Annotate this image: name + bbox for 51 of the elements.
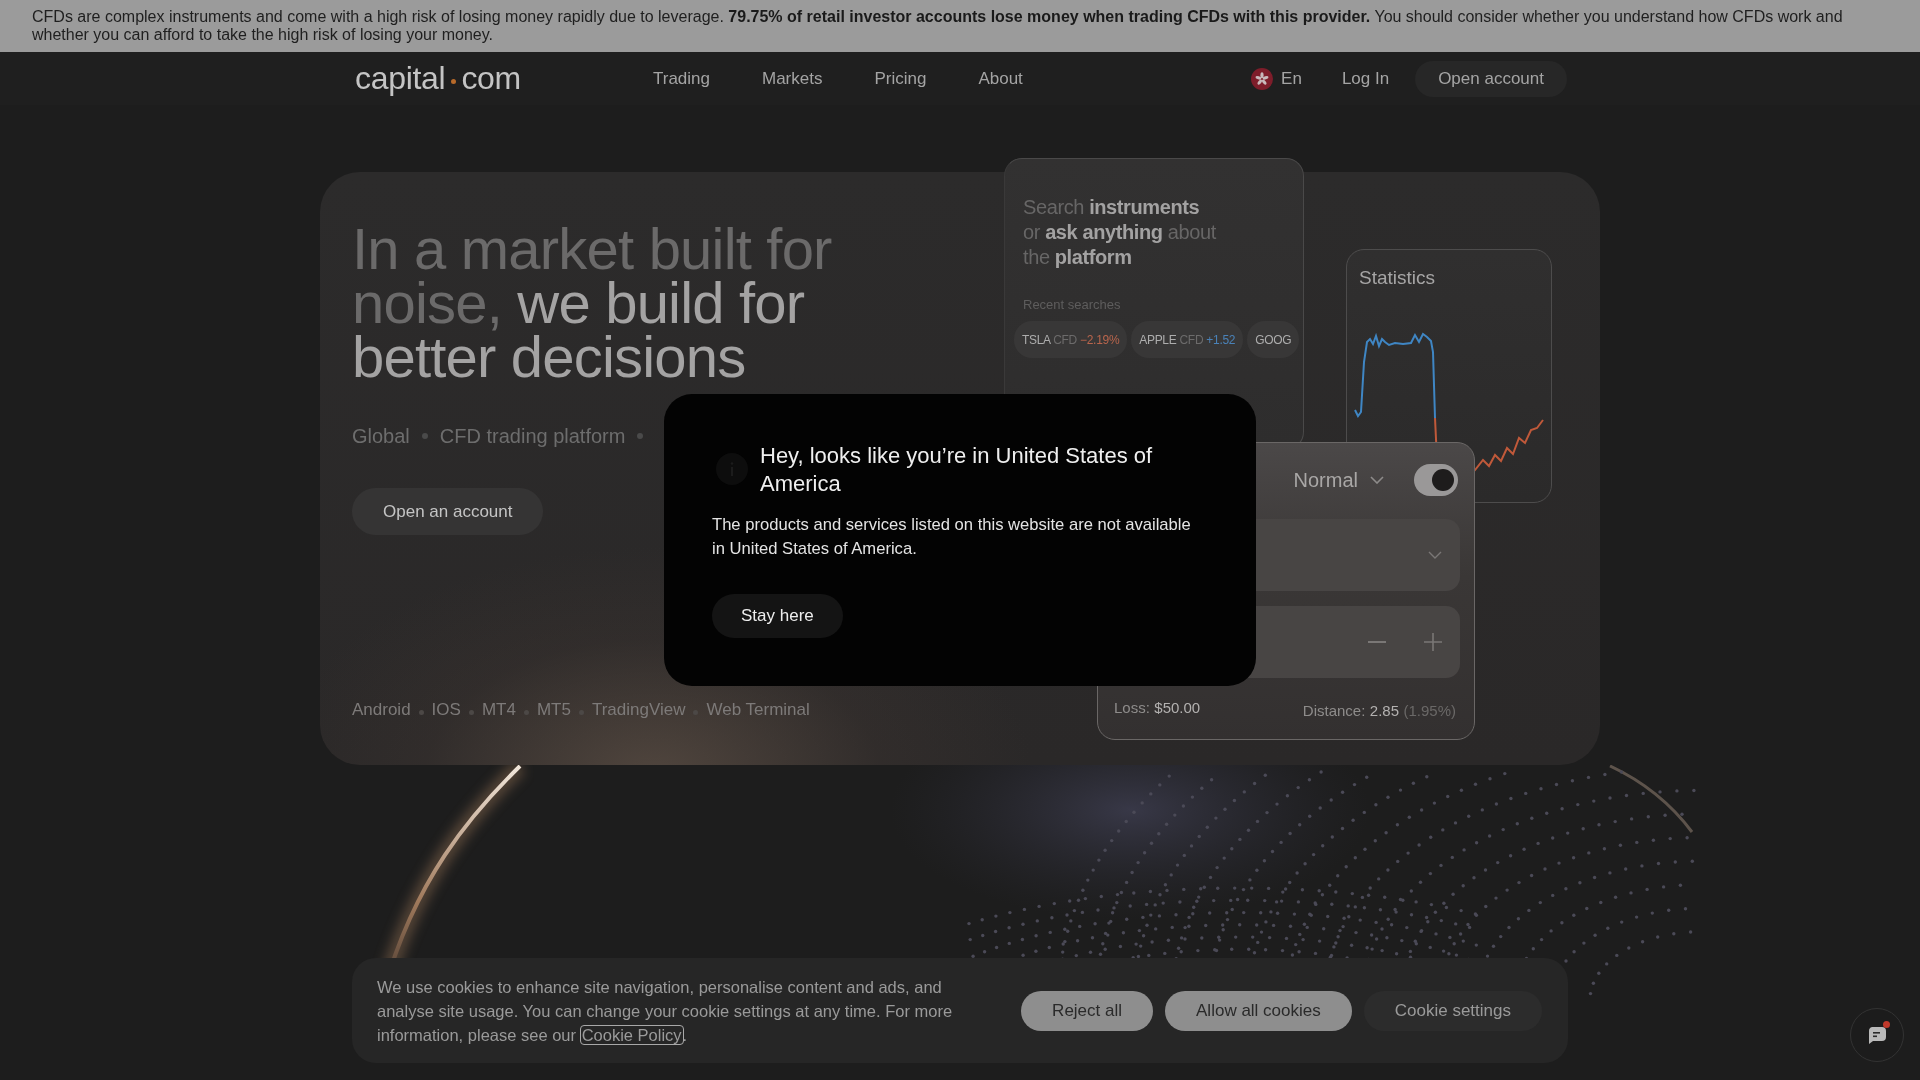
platform-label: Web Terminal [706, 700, 810, 720]
loss-label: Loss: [1114, 699, 1150, 716]
nav-link[interactable]: Trading [652, 68, 710, 89]
modal-message: The products and services listed on this website are not available in United States of America. [712, 514, 1192, 560]
mode-dropdown[interactable]: Normal [1293, 468, 1384, 492]
chevron-down-icon [1428, 551, 1442, 559]
open-an-account-button[interactable]: Open an account [352, 488, 544, 535]
open-account-button[interactable]: Open account [1415, 60, 1567, 97]
plus-icon [1424, 633, 1442, 651]
separator-dot-icon [637, 433, 644, 439]
hero-headline: In a market built for noise, we build for better decisions [352, 222, 833, 384]
tagline-item: Global [352, 424, 410, 448]
distance-label: Distance: [1302, 702, 1366, 719]
cookie-notice: We use cookies to enhance site navigation, personalise content and ads, and analyse site usage. You can change your cookie settings at any time. For more information, please see our Cookie Policy. [377, 976, 954, 1046]
platform-label: TradingView [591, 700, 686, 720]
cookie-policy-link[interactable]: Cookie Policy [580, 1025, 683, 1044]
platform-label: Android [352, 700, 411, 720]
flag-icon [1251, 67, 1274, 90]
increase-button[interactable] [1424, 633, 1442, 651]
modal-title: Hey, looks like you’re in United States of America [760, 442, 1154, 498]
nav-link[interactable]: About [978, 68, 1023, 89]
separator-dot-icon [421, 433, 428, 439]
stay-here-button[interactable]: Stay here [712, 594, 843, 638]
platform-label: IOS [431, 700, 461, 720]
platform-label: MT4 [481, 700, 516, 720]
chevron-down-icon [1370, 476, 1384, 484]
logo-link[interactable]: capital com [355, 60, 521, 97]
price-change: +1.52 [1206, 332, 1236, 347]
recent-search-chip[interactable]: GOOG [1247, 321, 1300, 358]
price-change: −2.19% [1080, 332, 1120, 347]
language-selector[interactable]: En [1251, 67, 1302, 90]
distance-value: 2.85 [1369, 702, 1399, 719]
separator-dot-icon [418, 710, 424, 715]
cookie-button[interactable]: Cookie settings [1363, 990, 1542, 1031]
toggle-switch[interactable] [1414, 464, 1458, 496]
minus-icon [1368, 641, 1386, 643]
platform-label: MT5 [536, 700, 571, 720]
chat-button[interactable] [1850, 1008, 1904, 1062]
nav-link[interactable]: Pricing [874, 68, 927, 89]
loss-value: $50.00 [1154, 699, 1201, 716]
statistics-title: Statistics [1359, 267, 1437, 289]
risk-warning-text: CFDs are complex instruments and come with a high risk of losing money rapidly due to leverage. 79.75% of retail investor accounts lose money when trading CFDs with this provider. You should consider whether you understand how CFDs work and whether you can afford to take the high risk of losing your money. [0, 0, 1920, 52]
login-link[interactable]: Log In [1341, 68, 1390, 89]
nav-link[interactable]: Markets [762, 68, 823, 89]
info-icon [716, 453, 748, 485]
dot-icon [451, 79, 457, 84]
chat-bubble-icon [1868, 1026, 1886, 1044]
cookie-button[interactable]: Reject all [1021, 990, 1154, 1031]
cookie-button[interactable]: Allow all cookies [1165, 990, 1352, 1031]
tagline-item: CFD trading platform [439, 424, 626, 448]
separator-dot-icon [468, 710, 474, 715]
